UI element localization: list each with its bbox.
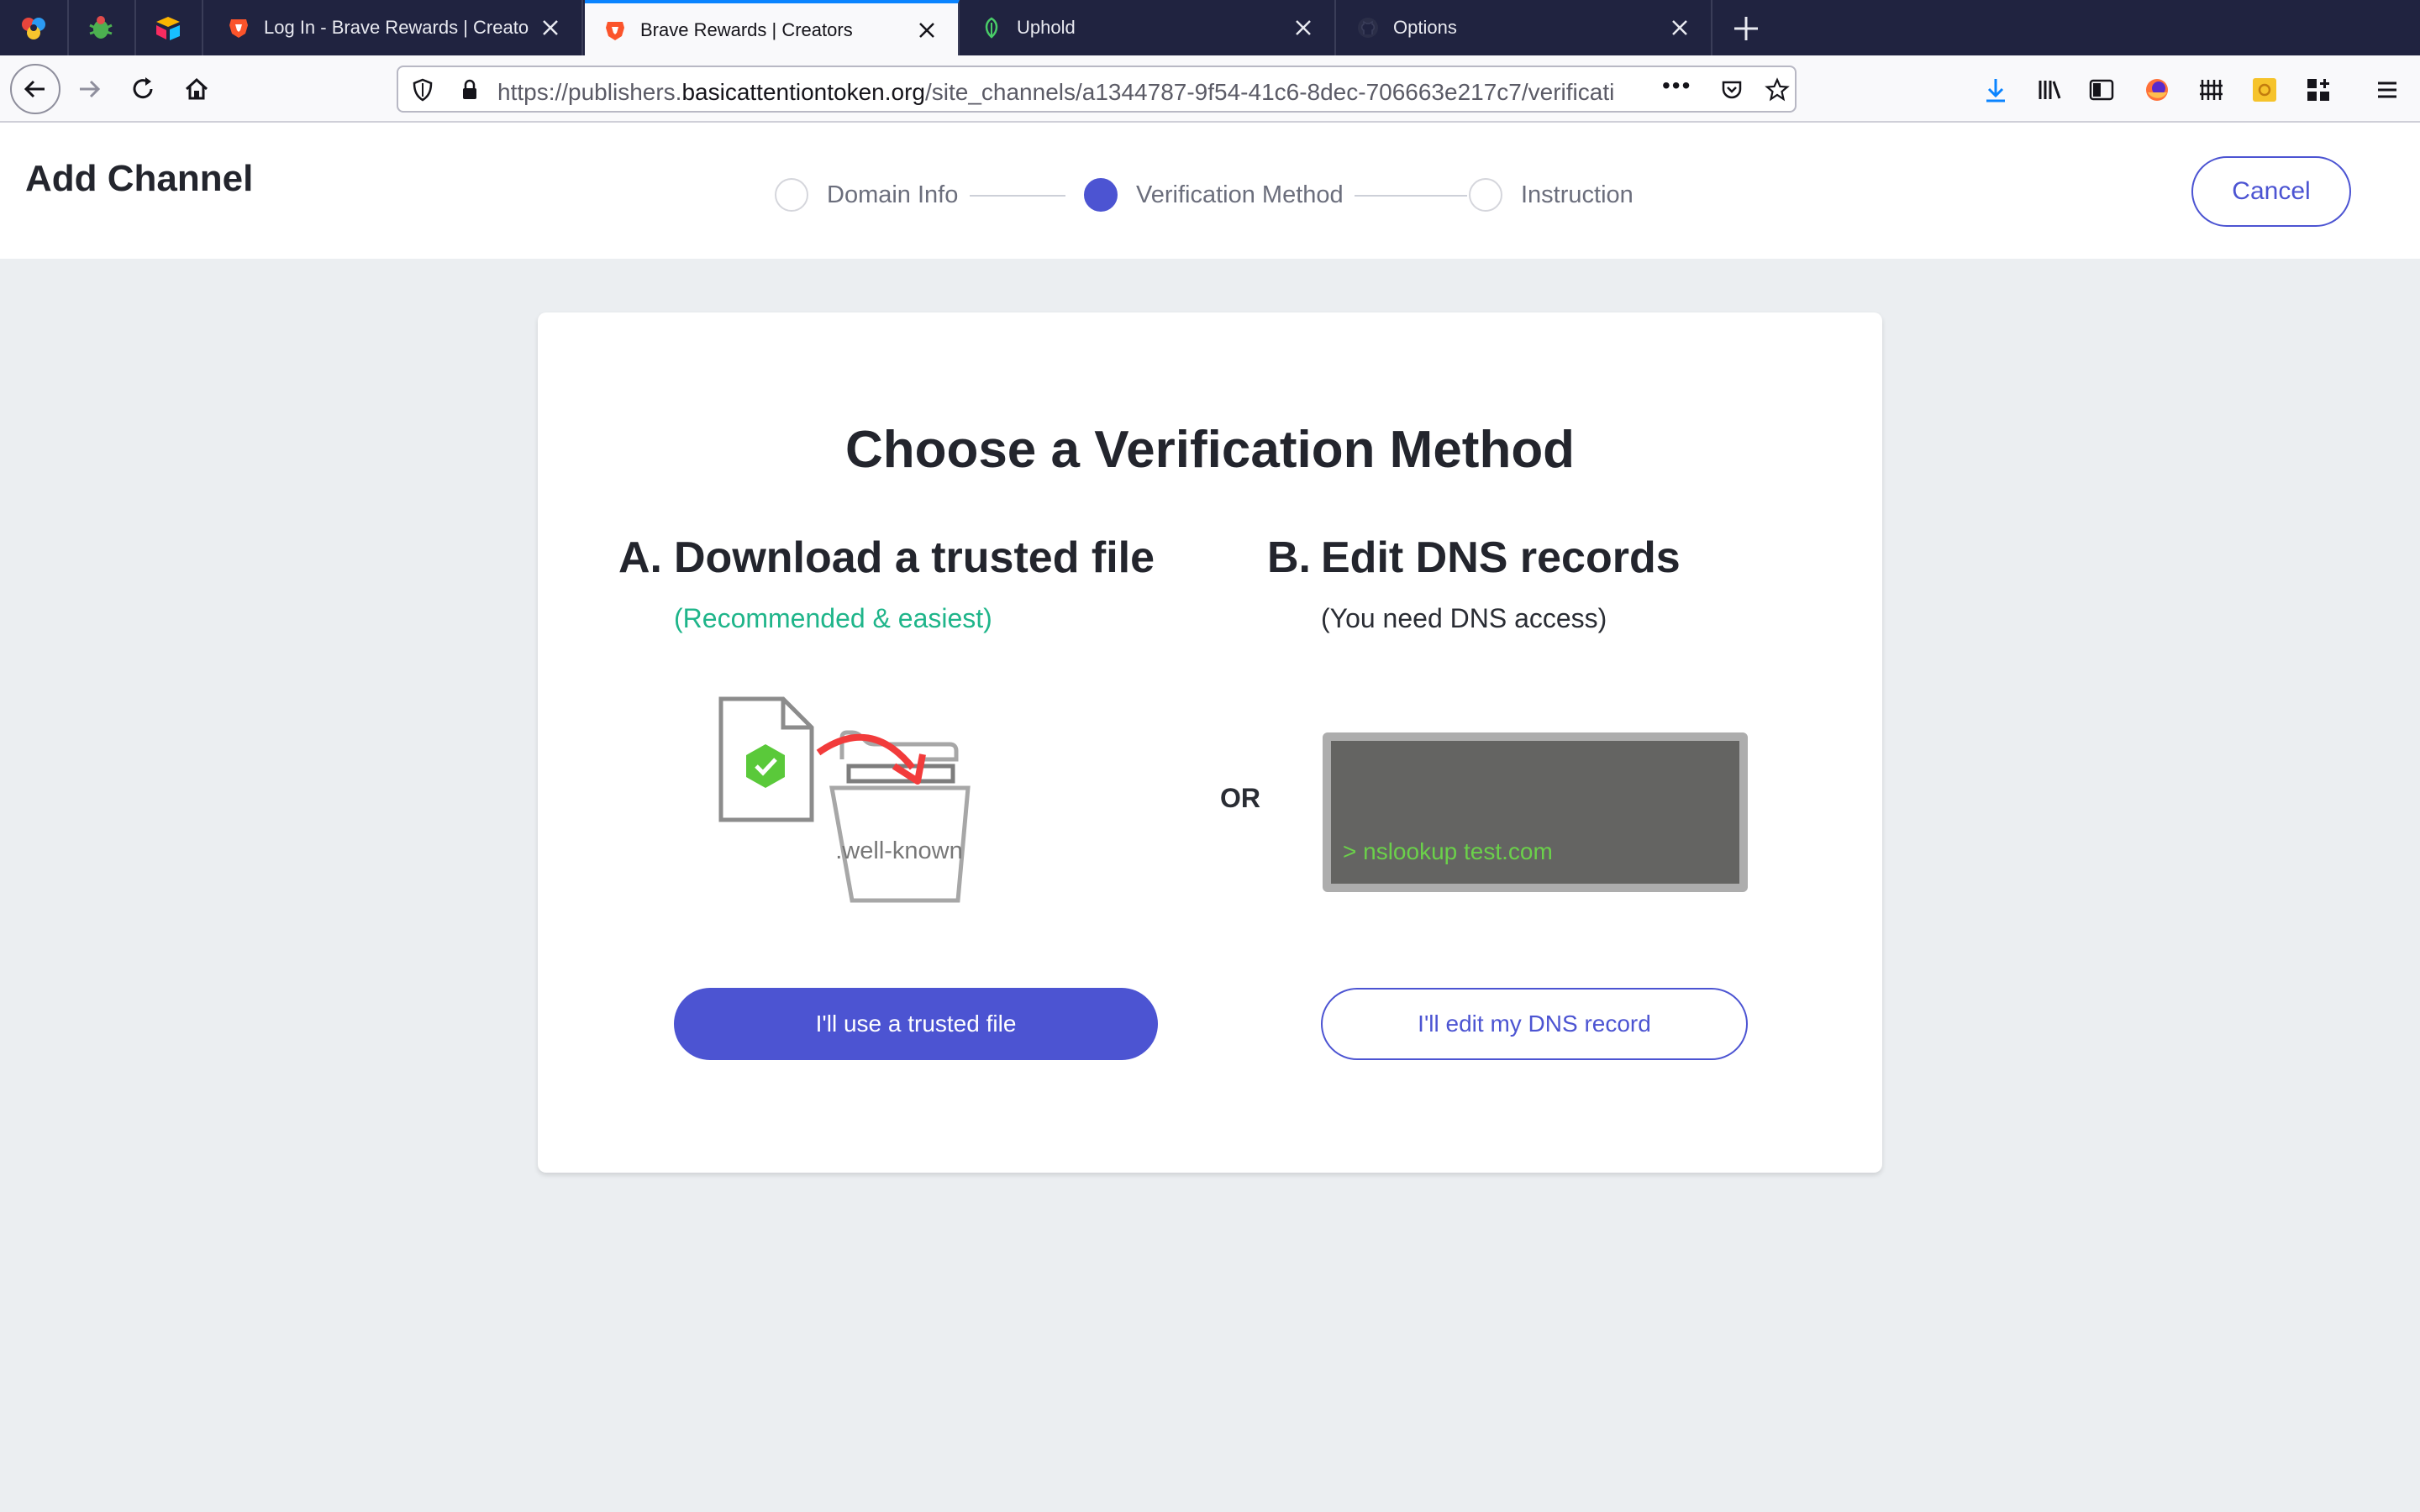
option-a-subtitle: (Recommended & easiest) — [674, 603, 992, 633]
colorful-app-icon — [22, 18, 45, 39]
url-path: /site_channels/a1344787-9f54-41c6-8dec-7… — [924, 79, 1615, 105]
extensions-grid-icon[interactable] — [2304, 76, 2333, 104]
pocket-icon[interactable] — [1719, 77, 1744, 102]
airtable-icon — [156, 17, 180, 40]
tab-strip: Log In - Brave Rewards | Creators Brave … — [0, 0, 2420, 57]
option-a-letter: A. — [618, 533, 662, 582]
terminal-command: > nslookup test.com — [1343, 838, 1553, 864]
tab-login[interactable]: Log In - Brave Rewards | Creators — [208, 0, 583, 55]
reload-button[interactable] — [119, 66, 166, 113]
hamburger-menu-icon[interactable] — [2373, 76, 2402, 104]
step-connector — [970, 195, 1065, 197]
edit-dns-record-button[interactable]: I'll edit my DNS record — [1321, 988, 1748, 1060]
or-separator: OR — [1220, 783, 1260, 813]
close-icon[interactable] — [538, 15, 563, 40]
close-icon[interactable] — [914, 18, 939, 43]
url-bar[interactable]: https://publishers.basicattentiontoken.o… — [397, 66, 1797, 113]
bookmark-star-icon[interactable] — [1765, 77, 1790, 102]
url-prefix: https://publishers. — [497, 79, 682, 105]
url-text[interactable]: https://publishers.basicattentiontoken.o… — [497, 79, 1615, 106]
pinned-tab-3[interactable] — [134, 0, 203, 55]
reload-icon — [133, 77, 153, 99]
library-icon[interactable] — [2035, 76, 2064, 104]
pinned-tab-1[interactable] — [0, 0, 69, 55]
lock-icon[interactable] — [457, 77, 482, 102]
step-instruction: Instruction — [1469, 178, 1634, 212]
pinned-tab-2[interactable] — [67, 0, 136, 55]
firefox-account-icon[interactable] — [2143, 76, 2171, 104]
tab-title: Brave Rewards | Creators — [640, 19, 853, 40]
shield-icon[interactable] — [410, 77, 435, 102]
page-header: Add Channel Domain Info Verification Met… — [0, 123, 2420, 259]
arrow-right-icon — [80, 80, 101, 98]
downloads-icon[interactable] — [1981, 76, 2010, 104]
step-domain-info: Domain Info — [775, 178, 958, 212]
arrow-left-icon — [24, 80, 45, 98]
file-document-icon — [718, 696, 814, 822]
step-verification-method: Verification Method — [1084, 178, 1344, 212]
tab-title: Uphold — [1017, 17, 1076, 38]
uphold-leaf-icon — [985, 17, 998, 39]
use-trusted-file-button[interactable]: I'll use a trusted file — [674, 988, 1158, 1060]
step-connector — [1355, 195, 1467, 197]
step-label: Domain Info — [827, 181, 959, 208]
github-icon — [1358, 18, 1378, 38]
trusted-file-illustration: .well-known — [718, 696, 971, 903]
close-icon[interactable] — [1667, 15, 1692, 40]
dns-terminal-illustration: > nslookup test.com — [1323, 732, 1748, 892]
navigation-toolbar: https://publishers.basicattentiontoken.o… — [0, 55, 2420, 123]
cancel-button[interactable]: Cancel — [2191, 156, 2351, 227]
brave-lion-icon — [606, 22, 624, 40]
tab-brave-rewards-active[interactable]: Brave Rewards | Creators — [585, 0, 960, 57]
home-icon — [185, 77, 208, 100]
sidebar-icon[interactable] — [2087, 76, 2116, 104]
bug-icon — [89, 16, 113, 39]
tab-uphold[interactable]: Uphold — [961, 0, 1336, 55]
option-a-heading: Download a trusted file — [674, 533, 1155, 582]
step-label: Instruction — [1521, 181, 1634, 208]
folder-label: .well-known — [835, 837, 963, 864]
extension-fence-icon[interactable] — [2196, 76, 2225, 104]
extension-yellow-icon[interactable] — [2250, 76, 2279, 104]
step-indicator — [1469, 178, 1502, 212]
step-indicator — [775, 178, 808, 212]
option-b-letter: B. — [1267, 533, 1311, 582]
tab-title: Options — [1393, 17, 1457, 38]
card-title: Choose a Verification Method — [844, 421, 1576, 479]
verification-method-card: Choose a Verification Method A. Download… — [538, 312, 1882, 1173]
brave-lion-icon — [229, 19, 248, 38]
forward-button[interactable] — [66, 66, 113, 113]
step-label: Verification Method — [1136, 181, 1344, 208]
home-button[interactable] — [173, 66, 220, 113]
url-host: basicattentiontoken.org — [681, 79, 925, 105]
step-indicator-active — [1084, 178, 1118, 212]
page-title: Add Channel — [25, 158, 254, 199]
page-actions-menu[interactable]: ••• — [1662, 72, 1691, 99]
close-icon[interactable] — [1291, 15, 1316, 40]
option-b-subtitle: (You need DNS access) — [1321, 603, 1607, 633]
tab-title: Log In - Brave Rewards | Creators — [264, 17, 529, 38]
back-button[interactable] — [10, 64, 60, 114]
tab-options[interactable]: Options — [1338, 0, 1712, 55]
option-b-heading: Edit DNS records — [1321, 533, 1681, 582]
new-tab-plus-icon[interactable] — [1728, 10, 1765, 47]
